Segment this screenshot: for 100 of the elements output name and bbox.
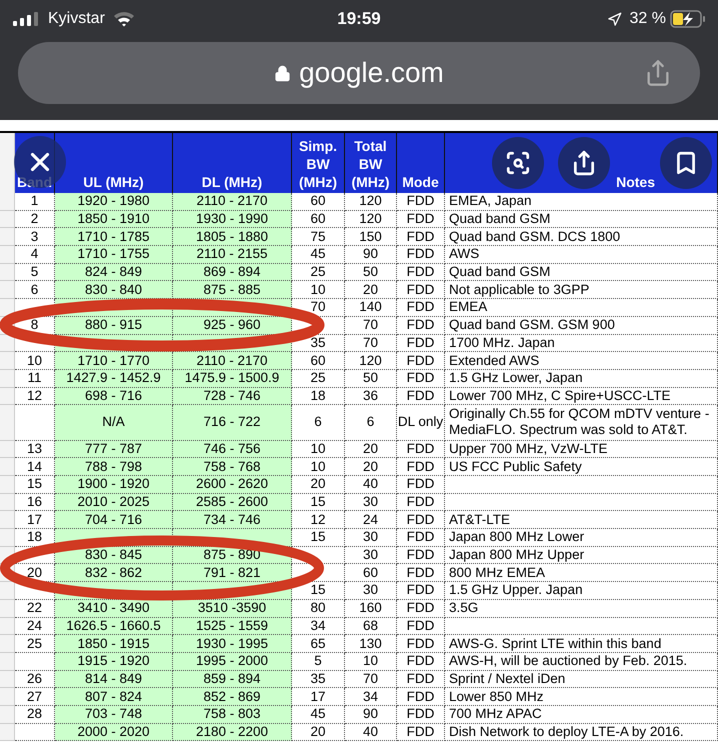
- table-cell: FDD: [397, 210, 445, 228]
- table-cell: FDD: [397, 458, 445, 476]
- table-cell: 800 MHz EMEA: [445, 564, 718, 582]
- table-cell: 34: [292, 618, 345, 636]
- table-cell: 27: [15, 688, 55, 706]
- table-cell: FDD: [397, 600, 445, 618]
- table-cell: 90: [345, 706, 397, 724]
- table-cell: Sprint / Nextel iDen: [445, 670, 718, 688]
- table-cell: 12: [292, 511, 345, 530]
- table-cell: 824 - 849: [55, 264, 173, 282]
- row-header: [0, 529, 15, 547]
- column-header: Mode: [397, 133, 445, 193]
- table-cell: 1930 - 1995: [173, 635, 292, 653]
- row-header: [0, 511, 15, 530]
- table-cell: DL only: [397, 405, 445, 441]
- table-cell: 4: [15, 246, 55, 264]
- table-cell: 852 - 869: [173, 688, 292, 706]
- wifi-icon: [112, 11, 135, 27]
- table-cell: Quad band GSM: [445, 210, 718, 228]
- address-bar[interactable]: google.com: [18, 42, 700, 104]
- row-header: [0, 652, 15, 671]
- table-cell: 35: [292, 670, 345, 688]
- table-cell: 20: [292, 476, 345, 494]
- table-cell: 22: [15, 600, 55, 618]
- table-cell: 15: [292, 529, 345, 547]
- table-cell: FDD: [397, 281, 445, 300]
- table-cell: Quad band GSM. GSM 900: [445, 316, 718, 334]
- table-cell: 120: [345, 193, 397, 211]
- table-cell: 728 - 746: [173, 388, 292, 406]
- table-cell: 130: [345, 635, 397, 653]
- clock: 19:59: [336, 8, 382, 30]
- table-cell: 700 MHz APAC: [445, 706, 718, 724]
- table-cell: FDD: [397, 529, 445, 547]
- row-header: [0, 476, 15, 494]
- table-cell: 6: [15, 281, 55, 300]
- table-cell: 2010 - 2025: [55, 494, 173, 512]
- table-cell: FDD: [397, 635, 445, 653]
- table-cell: 68: [345, 618, 397, 636]
- table-cell: FDD: [397, 511, 445, 530]
- row-header: [0, 264, 15, 282]
- table-cell: 1850 - 1915: [55, 635, 173, 653]
- table-cell: 25: [292, 370, 345, 388]
- row-header: [0, 670, 15, 688]
- lock-icon: [274, 64, 292, 82]
- table-cell: 3410 - 3490: [55, 600, 173, 618]
- table-cell: 758 - 803: [173, 706, 292, 724]
- table-cell: FDD: [397, 582, 445, 600]
- table-cell: 50: [345, 264, 397, 282]
- column-header: Total BW (MHz): [345, 133, 397, 193]
- table-cell: 18: [15, 529, 55, 547]
- table-cell: 807 - 824: [55, 688, 173, 706]
- table-cell: 24: [345, 511, 397, 530]
- table-cell: 1915 - 1920: [55, 652, 173, 671]
- row-header: [0, 370, 15, 388]
- table-cell: 20: [345, 281, 397, 300]
- table-cell: Not applicable to 3GPP: [445, 281, 718, 300]
- table-cell: 734 - 746: [173, 511, 292, 530]
- carrier-name: Kyivstar: [48, 9, 105, 29]
- table-cell: 160: [345, 600, 397, 618]
- table-cell: FDD: [397, 246, 445, 264]
- table-cell: AWS: [445, 246, 718, 264]
- row-header: [0, 352, 15, 370]
- table-cell: 10: [15, 352, 55, 370]
- row-header: [0, 600, 15, 618]
- table-cell: 1475.9 - 1500.9: [173, 370, 292, 388]
- table-cell: 1805 - 1880: [173, 228, 292, 246]
- table-cell: EMEA, Japan: [445, 193, 718, 211]
- table-cell: 3.5G: [445, 600, 718, 618]
- row-header: [0, 618, 15, 636]
- table-cell: 788 - 798: [55, 458, 173, 476]
- table-cell: 1.5 GHz Upper. Japan: [445, 582, 718, 600]
- table-cell: 703 - 748: [55, 706, 173, 724]
- table-cell: 26: [15, 670, 55, 688]
- table-cell: FDD: [397, 564, 445, 582]
- table-cell: 30: [345, 546, 397, 564]
- table-cell: 3510 -3590: [173, 600, 292, 618]
- table-cell: 10: [345, 652, 397, 671]
- table-cell: [15, 724, 55, 742]
- table-cell: 17: [292, 688, 345, 706]
- table-cell: 15: [15, 476, 55, 494]
- table-cell: 30: [345, 582, 397, 600]
- table-cell: 120: [345, 210, 397, 228]
- table-cell: Lower 700 MHz, C Spire+USCC-LTE: [445, 388, 718, 406]
- row-header: [0, 246, 15, 264]
- battery-percentage: 32 %: [630, 9, 666, 29]
- table-cell: Upper 700 MHz, VzW-LTE: [445, 440, 718, 458]
- table-cell: 2000 - 2020: [55, 724, 173, 742]
- url-text: google.com: [299, 56, 444, 90]
- table-cell: 45: [292, 706, 345, 724]
- column-header: DL (MHz): [173, 133, 292, 193]
- table-cell: 140: [345, 299, 397, 317]
- row-header: [0, 210, 15, 228]
- table-cell: FDD: [397, 352, 445, 370]
- table-cell: AWS-G. Sprint LTE within this band: [445, 635, 718, 653]
- table-cell: 10: [292, 440, 345, 458]
- table-cell: 30: [345, 494, 397, 512]
- table-cell: 716 - 722: [173, 405, 292, 441]
- table-cell: 16: [15, 494, 55, 512]
- table-cell: 28: [15, 706, 55, 724]
- table-cell: 50: [345, 370, 397, 388]
